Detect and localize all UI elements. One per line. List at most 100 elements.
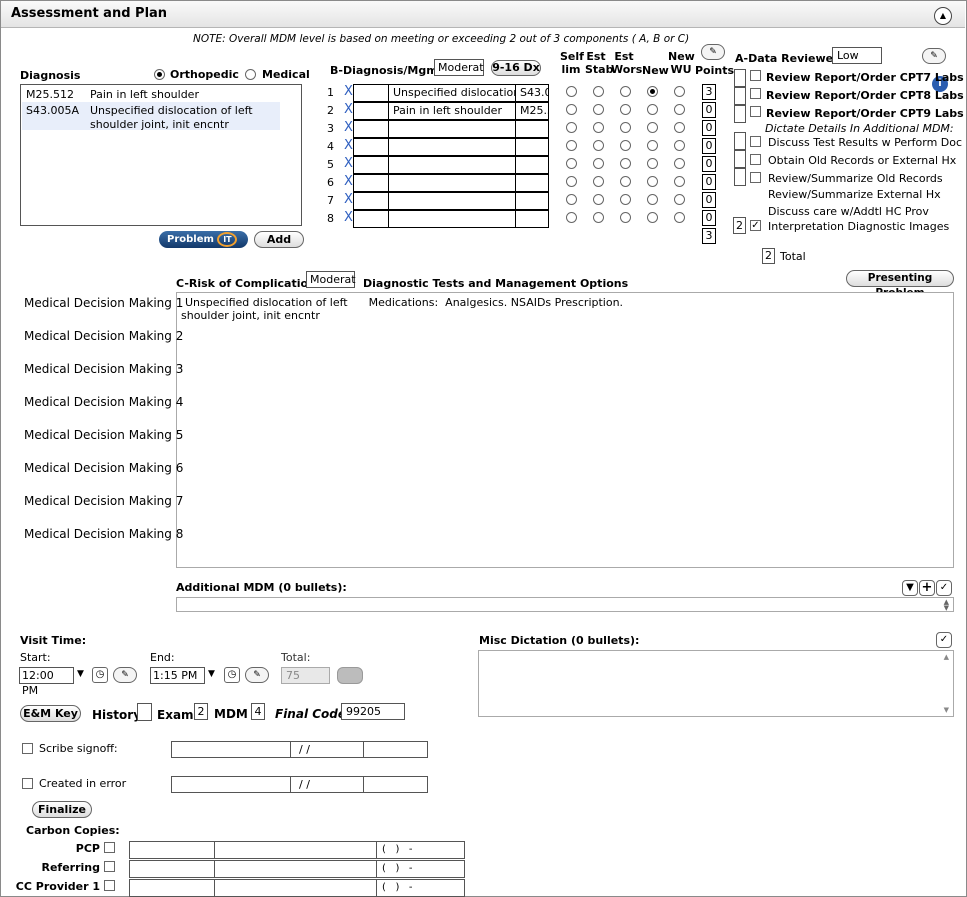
row-description-field[interactable]: [388, 156, 516, 174]
remove-row-icon[interactable]: X: [344, 192, 353, 207]
a-count-box[interactable]: [734, 87, 746, 105]
row-radio[interactable]: [593, 104, 604, 115]
row-radio[interactable]: [674, 86, 685, 97]
row-radio[interactable]: [674, 158, 685, 169]
row-code-field[interactable]: [515, 120, 549, 138]
row-radio[interactable]: [620, 176, 631, 187]
a-count-box[interactable]: [734, 132, 746, 150]
remove-row-icon[interactable]: X: [344, 210, 353, 225]
misc-dictation-area[interactable]: ▲ ▼: [478, 650, 954, 717]
row-description-field[interactable]: [388, 120, 516, 138]
scribe-time-field[interactable]: [363, 741, 428, 758]
a-item-checkbox[interactable]: [750, 136, 761, 147]
row-radio[interactable]: [566, 104, 577, 115]
exam-field[interactable]: 2: [194, 703, 208, 720]
a-item-checkbox[interactable]: [750, 106, 761, 117]
a-count-box[interactable]: 2: [733, 217, 746, 234]
cc-address-field[interactable]: [214, 879, 377, 897]
chevron-down-icon[interactable]: ▼: [77, 669, 84, 679]
scribe-date-field[interactable]: / /: [290, 741, 364, 758]
a-count-box[interactable]: [734, 150, 746, 168]
mdm-label-item[interactable]: Medical Decision Making 5: [24, 428, 183, 442]
dropdown-icon[interactable]: ▼: [902, 580, 918, 596]
row-description-field[interactable]: Unspecified dislocation: [388, 84, 516, 102]
a-item-checkbox[interactable]: ✓: [750, 220, 761, 231]
row-radio[interactable]: [620, 194, 631, 205]
mdm-text-area[interactable]: Unspecified dislocation of left Medicati…: [176, 292, 954, 568]
remove-row-icon[interactable]: X: [344, 156, 353, 171]
row-description-field[interactable]: [388, 210, 516, 228]
cc-row-checkbox[interactable]: [104, 861, 115, 872]
row-checkbox-cell[interactable]: [353, 120, 389, 138]
row-code-field[interactable]: [515, 174, 549, 192]
row-radio[interactable]: [566, 158, 577, 169]
remove-row-icon[interactable]: X: [344, 120, 353, 135]
row-checkbox-cell[interactable]: [353, 102, 389, 120]
row-description-field[interactable]: [388, 138, 516, 156]
row-radio[interactable]: [674, 104, 685, 115]
created-error-time-field[interactable]: [363, 776, 428, 793]
cc-phone-field[interactable]: ( ) -: [376, 841, 465, 859]
row-checkbox-cell[interactable]: [353, 156, 389, 174]
mdm-label-item[interactable]: Medical Decision Making 8: [24, 527, 183, 541]
row-radio[interactable]: [647, 86, 658, 97]
row-radio[interactable]: [620, 140, 631, 151]
mdm-field[interactable]: 4: [251, 703, 265, 720]
end-time-select[interactable]: 1:15 PM: [150, 667, 205, 684]
check-icon[interactable]: ✓: [936, 632, 952, 648]
row-radio[interactable]: [620, 122, 631, 133]
row-checkbox-cell[interactable]: [353, 174, 389, 192]
row-radio[interactable]: [647, 176, 658, 187]
cc-name-field[interactable]: [129, 879, 215, 897]
cc-row-checkbox[interactable]: [104, 842, 115, 853]
dx-range-button[interactable]: 9-16 Dx: [491, 60, 541, 76]
eraser-icon[interactable]: ✎: [245, 667, 269, 683]
chevron-down-icon[interactable]: ▼: [208, 669, 215, 679]
row-radio[interactable]: [566, 194, 577, 205]
row-checkbox-cell[interactable]: [353, 138, 389, 156]
row-radio[interactable]: [566, 86, 577, 97]
calc-button[interactable]: [337, 667, 363, 684]
row-radio[interactable]: [566, 176, 577, 187]
remove-row-icon[interactable]: X: [344, 84, 353, 99]
mdm-label-item[interactable]: Medical Decision Making 4: [24, 395, 183, 409]
cc-name-field[interactable]: [129, 860, 215, 878]
a-item-checkbox[interactable]: [750, 172, 761, 183]
a-count-box[interactable]: [734, 105, 746, 123]
row-radio[interactable]: [593, 140, 604, 151]
plus-icon[interactable]: +: [919, 580, 935, 596]
list-item[interactable]: M25.512 Pain in left shoulder: [22, 86, 300, 102]
row-radio[interactable]: [620, 212, 631, 223]
problem-it-button[interactable]: Problem IT: [159, 231, 248, 248]
a-count-box[interactable]: [734, 168, 746, 186]
row-code-field[interactable]: [515, 156, 549, 174]
start-time-select[interactable]: 12:00 PM: [19, 667, 74, 697]
row-radio[interactable]: [566, 212, 577, 223]
a-count-box[interactable]: [734, 69, 746, 87]
row-radio[interactable]: [593, 176, 604, 187]
created-error-name-field[interactable]: [171, 776, 291, 793]
cc-address-field[interactable]: [214, 841, 377, 859]
radio-orthopedic[interactable]: [154, 69, 165, 80]
row-radio[interactable]: [620, 86, 631, 97]
a-item-checkbox[interactable]: [750, 154, 761, 165]
row-code-field[interactable]: M25.5: [515, 102, 549, 120]
row-description-field[interactable]: [388, 174, 516, 192]
presenting-problem-button[interactable]: Presenting Problem: [846, 270, 954, 299]
mdm-label-item[interactable]: Medical Decision Making 7: [24, 494, 183, 508]
row-radio[interactable]: [647, 158, 658, 169]
row-radio[interactable]: [566, 140, 577, 151]
row-radio[interactable]: [593, 86, 604, 97]
em-key-button[interactable]: E&M Key: [20, 705, 81, 722]
row-radio[interactable]: [593, 194, 604, 205]
remove-row-icon[interactable]: X: [344, 138, 353, 153]
b-level-field[interactable]: Moderat: [434, 59, 484, 76]
row-radio[interactable]: [593, 158, 604, 169]
eraser-icon[interactable]: ✎: [701, 44, 725, 60]
row-code-field[interactable]: [515, 138, 549, 156]
row-radio[interactable]: [620, 104, 631, 115]
row-radio[interactable]: [593, 212, 604, 223]
scroll-down-icon[interactable]: ▼: [944, 706, 949, 714]
row-radio[interactable]: [647, 122, 658, 133]
mdm-label-item[interactable]: Medical Decision Making 3: [24, 362, 183, 376]
